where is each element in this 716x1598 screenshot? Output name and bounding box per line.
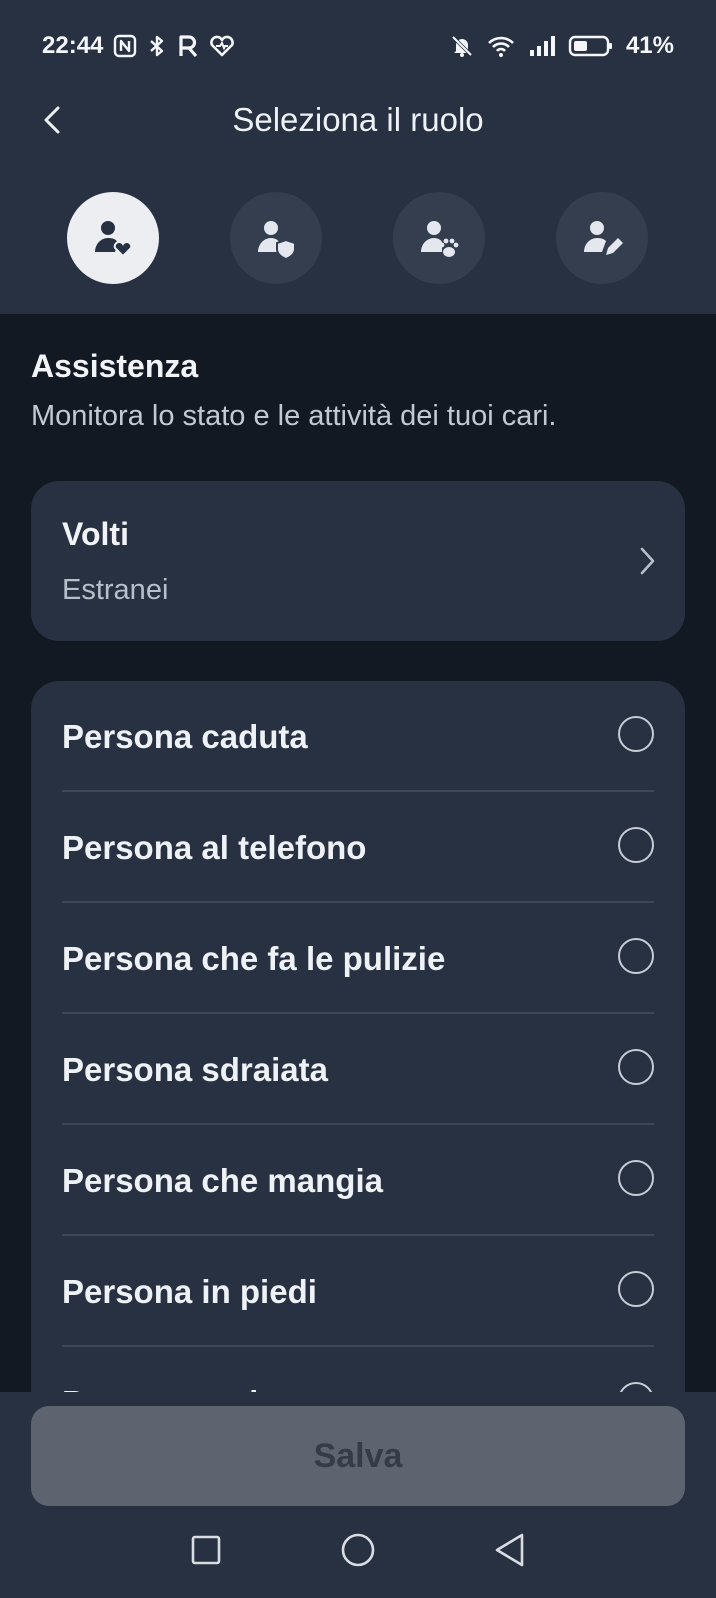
person-shield-icon: [258, 221, 296, 260]
battery-icon: [568, 34, 614, 58]
radio-button[interactable]: [618, 1160, 654, 1196]
square-icon: [191, 1535, 221, 1565]
radio-button[interactable]: [618, 716, 654, 752]
save-button[interactable]: Salva: [31, 1406, 685, 1506]
radio-button[interactable]: [618, 938, 654, 974]
status-time: 22:44: [42, 32, 104, 59]
faces-title: Volti: [62, 516, 129, 552]
wifi-icon: [486, 34, 516, 58]
circle-icon: [341, 1533, 375, 1567]
role-tab-pets[interactable]: [393, 192, 485, 284]
health-app-icon: [209, 34, 235, 58]
role-tab-custom[interactable]: [556, 192, 648, 284]
triangle-back-icon: [495, 1533, 524, 1567]
title-row: Seleziona il ruolo: [0, 95, 716, 145]
option-standing[interactable]: Persona in piedi: [62, 1236, 654, 1347]
option-label: Persona caduta: [62, 718, 308, 755]
chevron-right-icon: [640, 547, 655, 575]
page-title: Seleziona il ruolo: [232, 101, 484, 138]
radio-button[interactable]: [618, 1049, 654, 1085]
section-title: Assistenza: [31, 348, 199, 384]
status-right: 41%: [450, 32, 674, 60]
nav-recents-button[interactable]: [176, 1520, 236, 1580]
status-bar: 22:44 41%: [0, 24, 716, 68]
radio-button[interactable]: [618, 1271, 654, 1307]
nav-home-button[interactable]: [328, 1520, 388, 1580]
option-label: Persona sdraiata: [62, 1051, 328, 1088]
option-cleaning[interactable]: Persona che fa le pulizie: [62, 903, 654, 1014]
option-lying[interactable]: Persona sdraiata: [62, 1014, 654, 1125]
option-eating[interactable]: Persona che mangia: [62, 1125, 654, 1236]
person-edit-icon: [584, 221, 623, 255]
option-label: Persona in piedi: [62, 1273, 317, 1310]
nav-back-button[interactable]: [480, 1520, 540, 1580]
section-description: Monitora lo stato e le attività dei tuoi…: [31, 400, 557, 432]
faces-value: Estranei: [62, 574, 169, 606]
nfc-icon: [113, 34, 137, 58]
header: 22:44 41% Seleziona il ruolo: [0, 0, 716, 314]
radio-button[interactable]: [618, 827, 654, 863]
status-left: 22:44: [42, 32, 235, 60]
option-phone[interactable]: Persona al telefono: [62, 792, 654, 903]
option-fall[interactable]: Persona caduta: [62, 681, 654, 792]
options-list: Persona caduta Persona al telefono Perso…: [31, 681, 685, 1421]
role-tab-security[interactable]: [230, 192, 322, 284]
footer: Salva: [0, 1392, 716, 1598]
bluetooth-icon: [147, 34, 167, 58]
back-button[interactable]: [28, 95, 78, 145]
person-heart-icon: [95, 221, 133, 258]
battery-percent: 41%: [625, 32, 674, 59]
role-tab-care[interactable]: [67, 192, 159, 284]
system-nav-bar: [0, 1520, 716, 1580]
option-label: Persona che fa le pulizie: [62, 940, 446, 977]
person-paw-icon: [421, 221, 459, 257]
role-tabs: [0, 192, 716, 284]
faces-selector[interactable]: Volti Estranei: [31, 481, 685, 641]
bell-muted-icon: [450, 34, 474, 58]
chevron-left-icon: [44, 106, 60, 134]
signal-icon: [528, 34, 556, 58]
option-label: Persona al telefono: [62, 829, 367, 866]
option-label: Persona che mangia: [62, 1162, 383, 1199]
r-app-icon: [177, 34, 199, 58]
